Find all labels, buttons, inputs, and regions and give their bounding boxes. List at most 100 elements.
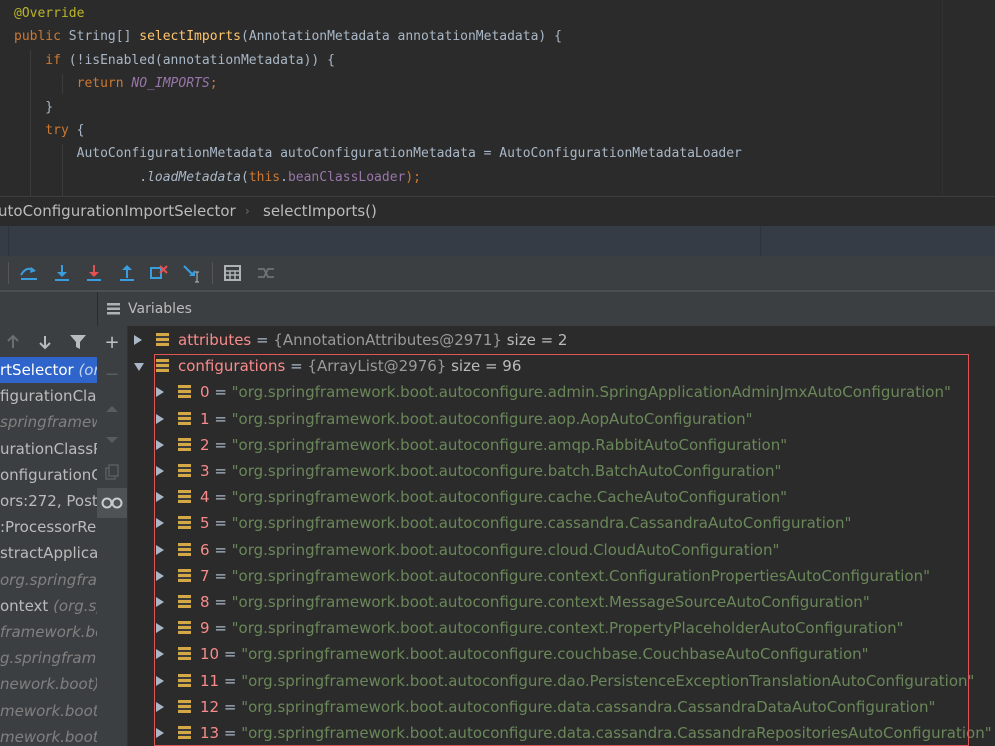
variable-row[interactable]: 4 = "org.springframework.boot.autoconfig… bbox=[128, 484, 995, 510]
collapse-arrow-icon[interactable] bbox=[134, 363, 144, 372]
frame-item[interactable]: stractApplica bbox=[0, 540, 97, 566]
variable-value: "org.springframework.boot.autoconfigure.… bbox=[231, 383, 951, 402]
field-icon bbox=[178, 595, 191, 608]
frame-item[interactable]: ors:272, PostPr bbox=[0, 488, 97, 514]
variable-text: 6 = "org.springframework.boot.autoconfig… bbox=[200, 537, 779, 563]
expand-arrow-icon[interactable] bbox=[156, 518, 164, 529]
field-icon bbox=[178, 385, 191, 399]
step-into-icon[interactable] bbox=[51, 263, 73, 283]
filter-icon[interactable] bbox=[69, 334, 87, 350]
code-token: ; bbox=[209, 76, 218, 92]
variable-row[interactable]: 2 = "org.springframework.boot.autoconfig… bbox=[128, 432, 995, 458]
variable-row[interactable]: 9 = "org.springframework.boot.autoconfig… bbox=[128, 615, 995, 641]
variable-row[interactable]: attributes = {AnnotationAttributes@2971}… bbox=[128, 327, 995, 353]
step-out-icon[interactable] bbox=[116, 263, 138, 283]
expand-arrow-icon[interactable] bbox=[134, 335, 142, 345]
frame-label: mework.boot bbox=[0, 698, 97, 724]
run-to-cursor-icon[interactable] bbox=[181, 263, 203, 283]
frame-item[interactable]: urationClassPo bbox=[0, 436, 97, 462]
expand-arrow-icon[interactable] bbox=[156, 728, 164, 738]
variable-row[interactable]: 11 = "org.springframework.boot.autoconfi… bbox=[128, 668, 995, 694]
code-token: return bbox=[14, 76, 132, 92]
variable-row[interactable]: 0 = "org.springframework.boot.autoconfig… bbox=[128, 379, 995, 405]
code-line[interactable]: try { bbox=[14, 119, 84, 142]
field-icon bbox=[178, 490, 191, 504]
equals-sign: = bbox=[209, 566, 232, 585]
frame-item[interactable]: nework.boot) bbox=[0, 671, 97, 697]
frame-item[interactable]: :ProcessorReg bbox=[0, 514, 97, 540]
breadcrumb-separator: › bbox=[245, 204, 250, 218]
expand-arrow-icon[interactable] bbox=[156, 387, 164, 398]
code-line[interactable]: } bbox=[14, 96, 53, 119]
expand-arrow-icon[interactable] bbox=[156, 597, 164, 607]
drop-frame-icon[interactable] bbox=[148, 263, 170, 283]
variable-row[interactable]: 12 = "org.springframework.boot.autoconfi… bbox=[128, 694, 995, 720]
arrow-up-icon[interactable] bbox=[5, 334, 21, 350]
field-icon bbox=[178, 647, 191, 661]
expand-arrow-icon[interactable] bbox=[156, 623, 164, 634]
code-editor[interactable]: @Override public String[] selectImports(A… bbox=[0, 0, 995, 196]
show-watches-toggle[interactable] bbox=[97, 488, 127, 518]
variable-row[interactable]: configurations = {ArrayList@2976} size =… bbox=[128, 353, 995, 379]
frame-label: figurationClass bbox=[0, 383, 97, 409]
copy-icon[interactable] bbox=[103, 463, 121, 481]
expand-arrow-icon[interactable] bbox=[156, 570, 164, 581]
variable-name: 5 bbox=[200, 514, 210, 533]
equals-sign: = bbox=[285, 357, 308, 376]
expand-arrow-icon[interactable] bbox=[156, 413, 164, 424]
remove-watch-icon[interactable]: − bbox=[103, 366, 121, 384]
expand-arrow-icon[interactable] bbox=[156, 439, 164, 450]
expand-arrow-icon[interactable] bbox=[156, 675, 164, 686]
trace-stream-icon[interactable] bbox=[255, 263, 277, 283]
add-watch-icon[interactable]: + bbox=[103, 334, 121, 352]
move-up-icon[interactable] bbox=[103, 400, 121, 418]
frame-item[interactable]: g.springframe bbox=[0, 645, 97, 671]
code-line[interactable]: @Override bbox=[14, 2, 84, 25]
expand-arrow-icon[interactable] bbox=[156, 492, 164, 503]
frame-item[interactable]: framework.bo bbox=[0, 619, 97, 645]
variable-row[interactable]: 1 = "org.springframework.boot.autoconfig… bbox=[128, 406, 995, 432]
code-line[interactable]: .loadMetadata(this.beanClassLoader); bbox=[14, 166, 421, 189]
variable-row[interactable]: 5 = "org.springframework.boot.autoconfig… bbox=[128, 510, 995, 536]
frame-label: nework.boot) bbox=[0, 671, 97, 697]
force-step-into-icon[interactable] bbox=[83, 263, 105, 283]
code-token: NO_IMPORTS bbox=[131, 76, 210, 92]
arrow-down-icon[interactable] bbox=[37, 334, 53, 350]
code-token: ); bbox=[405, 169, 422, 185]
evaluate-expression-icon[interactable] bbox=[222, 263, 244, 283]
frame-item[interactable]: mework.boot bbox=[0, 698, 97, 724]
expand-arrow-icon[interactable] bbox=[156, 466, 164, 476]
code-line[interactable]: AutoConfigurationMetadata autoConfigurat… bbox=[14, 142, 742, 165]
variable-row[interactable]: 6 = "org.springframework.boot.autoconfig… bbox=[128, 537, 995, 563]
code-token: String[] bbox=[68, 29, 140, 45]
variable-row[interactable]: 13 = "org.springframework.boot.autoconfi… bbox=[128, 720, 995, 746]
variable-value: "org.springframework.boot.autoconfigure.… bbox=[231, 540, 780, 559]
debug-toolbar bbox=[0, 256, 995, 292]
code-line[interactable]: public String[] selectImports(Annotation… bbox=[14, 25, 562, 48]
variable-row[interactable]: 8 = "org.springframework.boot.autoconfig… bbox=[128, 589, 995, 615]
frame-item[interactable]: springframewo bbox=[0, 409, 97, 435]
frame-item[interactable]: rtSelector (org bbox=[0, 357, 97, 383]
move-down-icon[interactable] bbox=[103, 431, 121, 449]
field-icon bbox=[178, 542, 191, 556]
show-execution-point-icon[interactable] bbox=[18, 263, 40, 283]
expand-arrow-icon[interactable] bbox=[156, 544, 164, 555]
frame-item[interactable]: figurationClass bbox=[0, 383, 97, 409]
variable-value: "org.springframework.boot.autoconfigure.… bbox=[231, 593, 870, 611]
breadcrumb-method[interactable]: selectImports() bbox=[263, 202, 377, 220]
frame-item[interactable]: ontext (org.sp bbox=[0, 593, 97, 619]
breadcrumb-class[interactable]: utoConfigurationImportSelector bbox=[0, 202, 236, 220]
variable-row[interactable]: 7 = "org.springframework.boot.autoconfig… bbox=[128, 563, 995, 589]
expand-arrow-icon[interactable] bbox=[156, 701, 164, 712]
code-line[interactable]: if (!isEnabled(annotationMetadata)) { bbox=[14, 49, 335, 72]
variables-panel-title: Variables bbox=[128, 301, 192, 317]
frame-item[interactable]: mework.boot bbox=[0, 724, 97, 746]
code-line[interactable]: return NO_IMPORTS; bbox=[14, 72, 218, 95]
variable-row[interactable]: 10 = "org.springframework.boot.autoconfi… bbox=[128, 641, 995, 667]
frame-item[interactable]: onfigurationC bbox=[0, 462, 97, 488]
code-token: . bbox=[280, 169, 288, 185]
frame-item[interactable]: org.springfram bbox=[0, 567, 97, 593]
variable-row[interactable]: 3 = "org.springframework.boot.autoconfig… bbox=[128, 458, 995, 484]
expand-arrow-icon[interactable] bbox=[156, 649, 164, 660]
variable-text: 9 = "org.springframework.boot.autoconfig… bbox=[200, 615, 904, 641]
